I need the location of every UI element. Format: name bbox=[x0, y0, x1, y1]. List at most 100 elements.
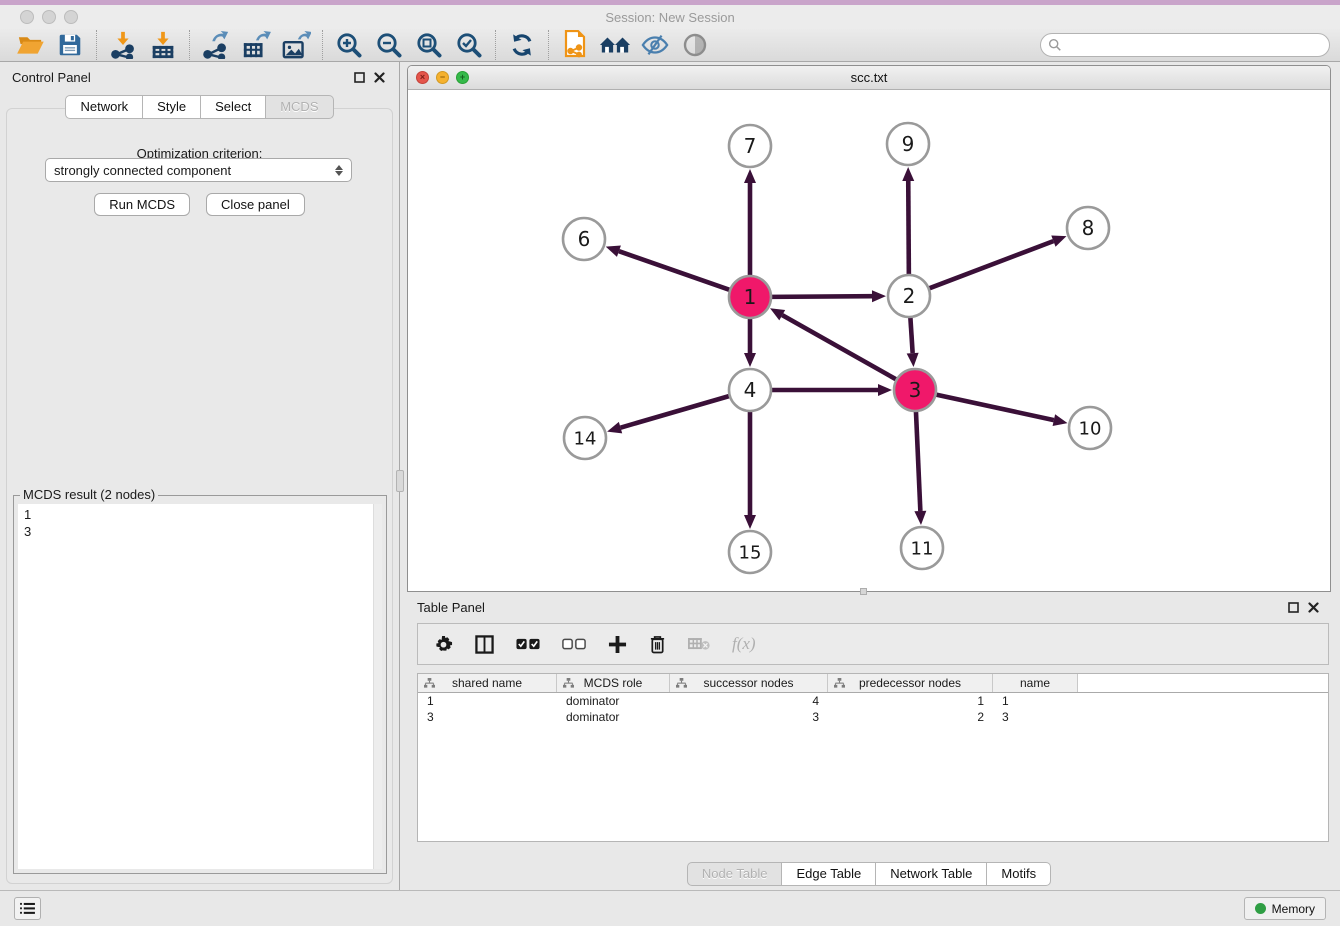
run-mcds-button[interactable]: Run MCDS bbox=[94, 193, 190, 216]
edge-2-3[interactable] bbox=[910, 317, 912, 353]
column-header-predecessor-nodes[interactable]: predecessor nodes bbox=[828, 674, 993, 692]
export-table-button[interactable] bbox=[236, 30, 276, 61]
tab-network[interactable]: Network bbox=[65, 95, 143, 119]
close-table-panel-button[interactable] bbox=[1305, 599, 1321, 615]
zoom-fit-button[interactable] bbox=[409, 30, 449, 61]
cell-MCDS-role[interactable]: dominator bbox=[557, 710, 670, 724]
cell-successor-nodes[interactable]: 4 bbox=[670, 694, 828, 708]
edge-3-1[interactable] bbox=[782, 315, 896, 380]
edge-2-9[interactable] bbox=[908, 181, 909, 275]
network-file-button[interactable] bbox=[555, 30, 595, 61]
toolbar-separator bbox=[495, 30, 496, 60]
cell-MCDS-role[interactable]: dominator bbox=[557, 694, 670, 708]
network-title: scc.txt bbox=[408, 70, 1330, 85]
table-panel-tabs: Node TableEdge TableNetwork TableMotifs bbox=[687, 862, 1051, 886]
column-header-shared-name[interactable]: shared name bbox=[418, 674, 557, 692]
node-label-4: 4 bbox=[744, 378, 757, 402]
deselect-all-rows-button[interactable] bbox=[562, 638, 586, 650]
export-network-button[interactable] bbox=[196, 30, 236, 61]
edge-arrowhead bbox=[1053, 414, 1068, 426]
criterion-dropdown[interactable]: strongly connected component bbox=[45, 158, 352, 182]
save-session-button[interactable] bbox=[50, 30, 90, 61]
tab-network-table[interactable]: Network Table bbox=[876, 862, 987, 886]
cell-successor-nodes[interactable]: 3 bbox=[670, 710, 828, 724]
function-builder-button[interactable]: f(x) bbox=[732, 634, 756, 654]
table-body: 1dominator4113dominator323 bbox=[418, 693, 1328, 725]
tab-mcds[interactable]: MCDS bbox=[266, 95, 333, 119]
tab-edge-table[interactable]: Edge Table bbox=[782, 862, 876, 886]
refresh-view-button[interactable] bbox=[502, 30, 542, 61]
cell-predecessor-nodes[interactable]: 1 bbox=[828, 694, 993, 708]
show-graphics-details-button[interactable] bbox=[675, 30, 715, 61]
mcds-result-area[interactable]: 1 3 bbox=[18, 504, 382, 869]
cell-shared-name[interactable]: 1 bbox=[418, 694, 557, 708]
select-all-rows-button[interactable] bbox=[516, 638, 540, 650]
cell-name[interactable]: 3 bbox=[993, 710, 1078, 724]
network-view-window: × − + scc.txt 7968124314101511 bbox=[407, 65, 1331, 592]
delete-table-button[interactable] bbox=[688, 637, 710, 651]
split-table-view-button[interactable] bbox=[475, 635, 494, 654]
task-history-button[interactable] bbox=[14, 897, 41, 920]
node-label-7: 7 bbox=[744, 134, 757, 158]
close-network-button[interactable]: × bbox=[416, 71, 429, 84]
edge-arrowhead bbox=[606, 246, 621, 257]
search-input[interactable] bbox=[1062, 35, 1329, 55]
edge-4-14[interactable] bbox=[621, 396, 730, 428]
edge-1-2[interactable] bbox=[771, 296, 872, 297]
node-label-6: 6 bbox=[578, 227, 591, 251]
edge-3-10[interactable] bbox=[936, 394, 1054, 420]
tab-select[interactable]: Select bbox=[201, 95, 266, 119]
export-image-button[interactable] bbox=[276, 30, 316, 61]
hide-graphics-details-button[interactable] bbox=[635, 30, 675, 61]
close-panel-button[interactable]: Close panel bbox=[206, 193, 305, 216]
memory-button[interactable]: Memory bbox=[1244, 897, 1326, 920]
panel-splitter-handle[interactable] bbox=[396, 470, 404, 492]
delete-column-button[interactable] bbox=[649, 634, 666, 654]
edge-1-6[interactable] bbox=[619, 251, 730, 290]
minimize-network-button[interactable]: − bbox=[436, 71, 449, 84]
import-table-button[interactable] bbox=[143, 30, 183, 61]
control-panel-tabs: NetworkStyleSelectMCDS bbox=[65, 95, 333, 119]
result-scrollbar[interactable] bbox=[373, 504, 382, 869]
toolbar-separator bbox=[548, 30, 549, 60]
criterion-value: strongly connected component bbox=[54, 163, 231, 178]
houses-icon bbox=[599, 33, 631, 57]
dropdown-stepper-icon bbox=[335, 165, 343, 176]
cell-predecessor-nodes[interactable]: 2 bbox=[828, 710, 993, 724]
column-header-MCDS-role[interactable]: MCDS role bbox=[557, 674, 670, 692]
zoom-selected-icon bbox=[455, 31, 483, 59]
cell-shared-name[interactable]: 3 bbox=[418, 710, 557, 724]
edge-3-11[interactable] bbox=[916, 411, 920, 511]
tab-motifs[interactable]: Motifs bbox=[987, 862, 1051, 886]
zoom-out-button[interactable] bbox=[369, 30, 409, 61]
column-header-successor-nodes[interactable]: successor nodes bbox=[670, 674, 828, 692]
table-row[interactable]: 3dominator323 bbox=[418, 709, 1328, 725]
home-button[interactable] bbox=[595, 30, 635, 61]
close-panel-icon-button[interactable] bbox=[371, 69, 387, 85]
edge-2-8[interactable] bbox=[929, 241, 1054, 288]
node-label-11: 11 bbox=[911, 538, 934, 559]
node-label-9: 9 bbox=[902, 132, 915, 156]
float-table-panel-button[interactable] bbox=[1285, 599, 1301, 615]
zoom-network-button[interactable]: + bbox=[456, 71, 469, 84]
float-panel-button[interactable] bbox=[351, 69, 367, 85]
network-graph[interactable]: 7968124314101511 bbox=[408, 90, 1330, 591]
zoom-in-button[interactable] bbox=[329, 30, 369, 61]
open-session-button[interactable] bbox=[10, 30, 50, 61]
add-column-button[interactable] bbox=[608, 635, 627, 654]
tab-node-table[interactable]: Node Table bbox=[687, 862, 783, 886]
edge-arrowhead bbox=[914, 511, 926, 525]
mcds-panel: Optimization criterion: strongly connect… bbox=[6, 108, 393, 884]
zoom-selected-button[interactable] bbox=[449, 30, 489, 61]
tab-style[interactable]: Style bbox=[143, 95, 201, 119]
node-label-14: 14 bbox=[574, 428, 597, 449]
toolbar-search[interactable] bbox=[1040, 33, 1330, 57]
column-header-name[interactable]: name bbox=[993, 674, 1078, 692]
table-settings-button[interactable] bbox=[434, 635, 453, 654]
node-label-10: 10 bbox=[1079, 418, 1102, 439]
node-table[interactable]: shared nameMCDS rolesuccessor nodesprede… bbox=[417, 673, 1329, 842]
import-network-button[interactable] bbox=[103, 30, 143, 61]
network-canvas[interactable]: 7968124314101511 bbox=[408, 90, 1330, 591]
cell-name[interactable]: 1 bbox=[993, 694, 1078, 708]
table-row[interactable]: 1dominator411 bbox=[418, 693, 1328, 709]
